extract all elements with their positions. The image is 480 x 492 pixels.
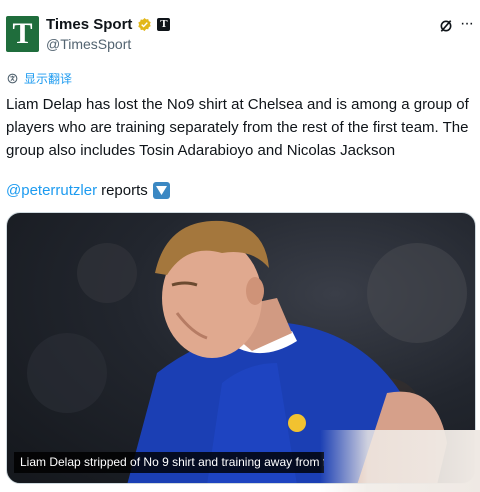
display-name[interactable]: Times Sport [46, 16, 132, 33]
translate-icon [7, 73, 18, 84]
avatar-letter: T [12, 17, 33, 50]
translate-link[interactable]: 显示翻译 [6, 70, 72, 87]
mention-link[interactable]: @peterrutzler [6, 179, 97, 202]
tweet-header: T Times Sport T @TimesSport ··· [0, 0, 480, 60]
mention-suffix: reports [101, 182, 148, 199]
handle[interactable]: @TimesSport [46, 36, 131, 52]
more-options-icon[interactable]: ··· [460, 16, 474, 32]
affiliate-badge[interactable]: T [157, 18, 171, 31]
media-caption: Liam Delap stripped of No 9 shirt and tr… [14, 452, 324, 473]
affiliate-letter: T [160, 18, 168, 30]
down-arrow-emoji-icon [152, 182, 170, 199]
tweet-text: Liam Delap has lost the No9 shirt at Che… [6, 96, 469, 159]
grok-icon[interactable] [438, 18, 454, 34]
verified-badge-icon[interactable] [137, 17, 152, 32]
name-row: Times Sport T [46, 16, 171, 33]
corner-overlay [320, 430, 480, 492]
mention-line: @peterrutzler reports [6, 179, 170, 202]
avatar[interactable]: T [6, 16, 39, 52]
translate-label[interactable]: 显示翻译 [24, 70, 72, 87]
